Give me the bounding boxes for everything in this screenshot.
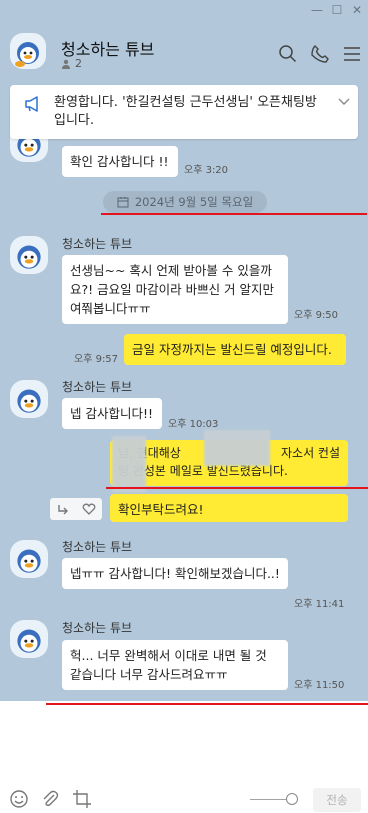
message-time: 오후 11:50 (294, 680, 345, 691)
message-bubble[interactable]: 선생님~~ 혹시 언제 받아볼 수 있을까요?! 금요일 마감이라 바쁘신 거 … (62, 255, 288, 324)
reaction-bar (50, 498, 102, 520)
room-avatar[interactable] (10, 33, 46, 69)
message-time: 오후 10:03 (168, 419, 219, 430)
message-bubble[interactable]: 확인 감사합니다 !! (62, 146, 178, 177)
message-bubble[interactable]: 넵ㅠㅠ 감사합니다! 확인해보겠습니다..! (62, 558, 288, 589)
member-count[interactable]: 2 (61, 57, 82, 70)
sender-avatar[interactable] (10, 236, 48, 274)
minimize-icon[interactable]: — (309, 2, 325, 18)
my-message-bubble[interactable]: 금일 자정까지는 발신드릴 예정입니다. (124, 334, 346, 365)
attach-icon[interactable] (40, 789, 60, 809)
maximize-icon[interactable]: ☐ (329, 2, 345, 18)
duck-avatar-icon (17, 629, 41, 653)
slider-handle[interactable] (286, 793, 298, 805)
message-time: 오후 9:50 (294, 310, 339, 321)
message-bubble[interactable]: 넵 감사합니다!! (62, 398, 162, 429)
message-time: 오후 3:20 (184, 165, 229, 176)
date-text: 2024년 9월 5일 목요일 (134, 195, 254, 209)
send-button[interactable]: 전송 (313, 788, 361, 812)
annotation-underline (46, 703, 368, 705)
duck-avatar-icon (17, 549, 41, 573)
my-message-bubble[interactable]: 확인부탁드려요! (110, 494, 348, 522)
sender-name: 청소하는 튜브 (62, 621, 133, 635)
window-titlebar: — ☐ ✕ (0, 0, 368, 20)
message-time: 오후 9:57 (74, 354, 119, 365)
chat-header: 청소하는 튜브 2 (0, 20, 368, 82)
sender-name: 청소하는 튜브 (62, 237, 133, 251)
duck-avatar-icon (17, 389, 41, 413)
message-time: 오후 11:41 (294, 599, 345, 610)
redaction-blur (204, 430, 270, 466)
crop-icon[interactable] (72, 789, 92, 809)
call-icon[interactable] (310, 44, 330, 64)
redaction-blur (112, 436, 146, 492)
notice-banner[interactable]: 환영합니다. '한길컨설팅 근두선생님' 오픈채팅방입니다. (10, 85, 358, 139)
menu-icon[interactable] (342, 44, 362, 64)
heart-icon[interactable] (82, 502, 96, 516)
sender-avatar[interactable] (10, 380, 48, 418)
duck-avatar-icon (17, 245, 41, 269)
message-bubble[interactable]: 헉... 너무 완벽해서 이대로 내면 될 것 같습니다 너무 감사드려요ㅠㅠ (62, 640, 288, 690)
sender-avatar[interactable] (10, 540, 48, 578)
annotation-underline (101, 213, 367, 215)
sender-avatar[interactable] (10, 620, 48, 658)
message-fragment: 자소서 컨설 (280, 446, 340, 460)
chevron-down-icon[interactable] (337, 97, 351, 107)
emoji-icon[interactable] (9, 789, 29, 809)
reply-icon[interactable] (56, 502, 70, 516)
megaphone-icon (25, 96, 38, 112)
person-icon (62, 59, 70, 69)
sender-name: 청소하는 튜브 (62, 380, 133, 394)
calendar-icon (117, 197, 129, 208)
annotation-underline (106, 487, 368, 489)
search-icon[interactable] (278, 44, 298, 64)
member-count-value: 2 (75, 57, 82, 70)
date-separator: 2024년 9월 5일 목요일 (103, 191, 267, 213)
sender-name: 청소하는 튜브 (62, 540, 133, 554)
duck-avatar-icon (15, 42, 39, 67)
close-icon[interactable]: ✕ (349, 2, 365, 18)
notice-text: 환영합니다. '한길컨설팅 근두선생님' 오픈채팅방입니다. (54, 95, 317, 128)
